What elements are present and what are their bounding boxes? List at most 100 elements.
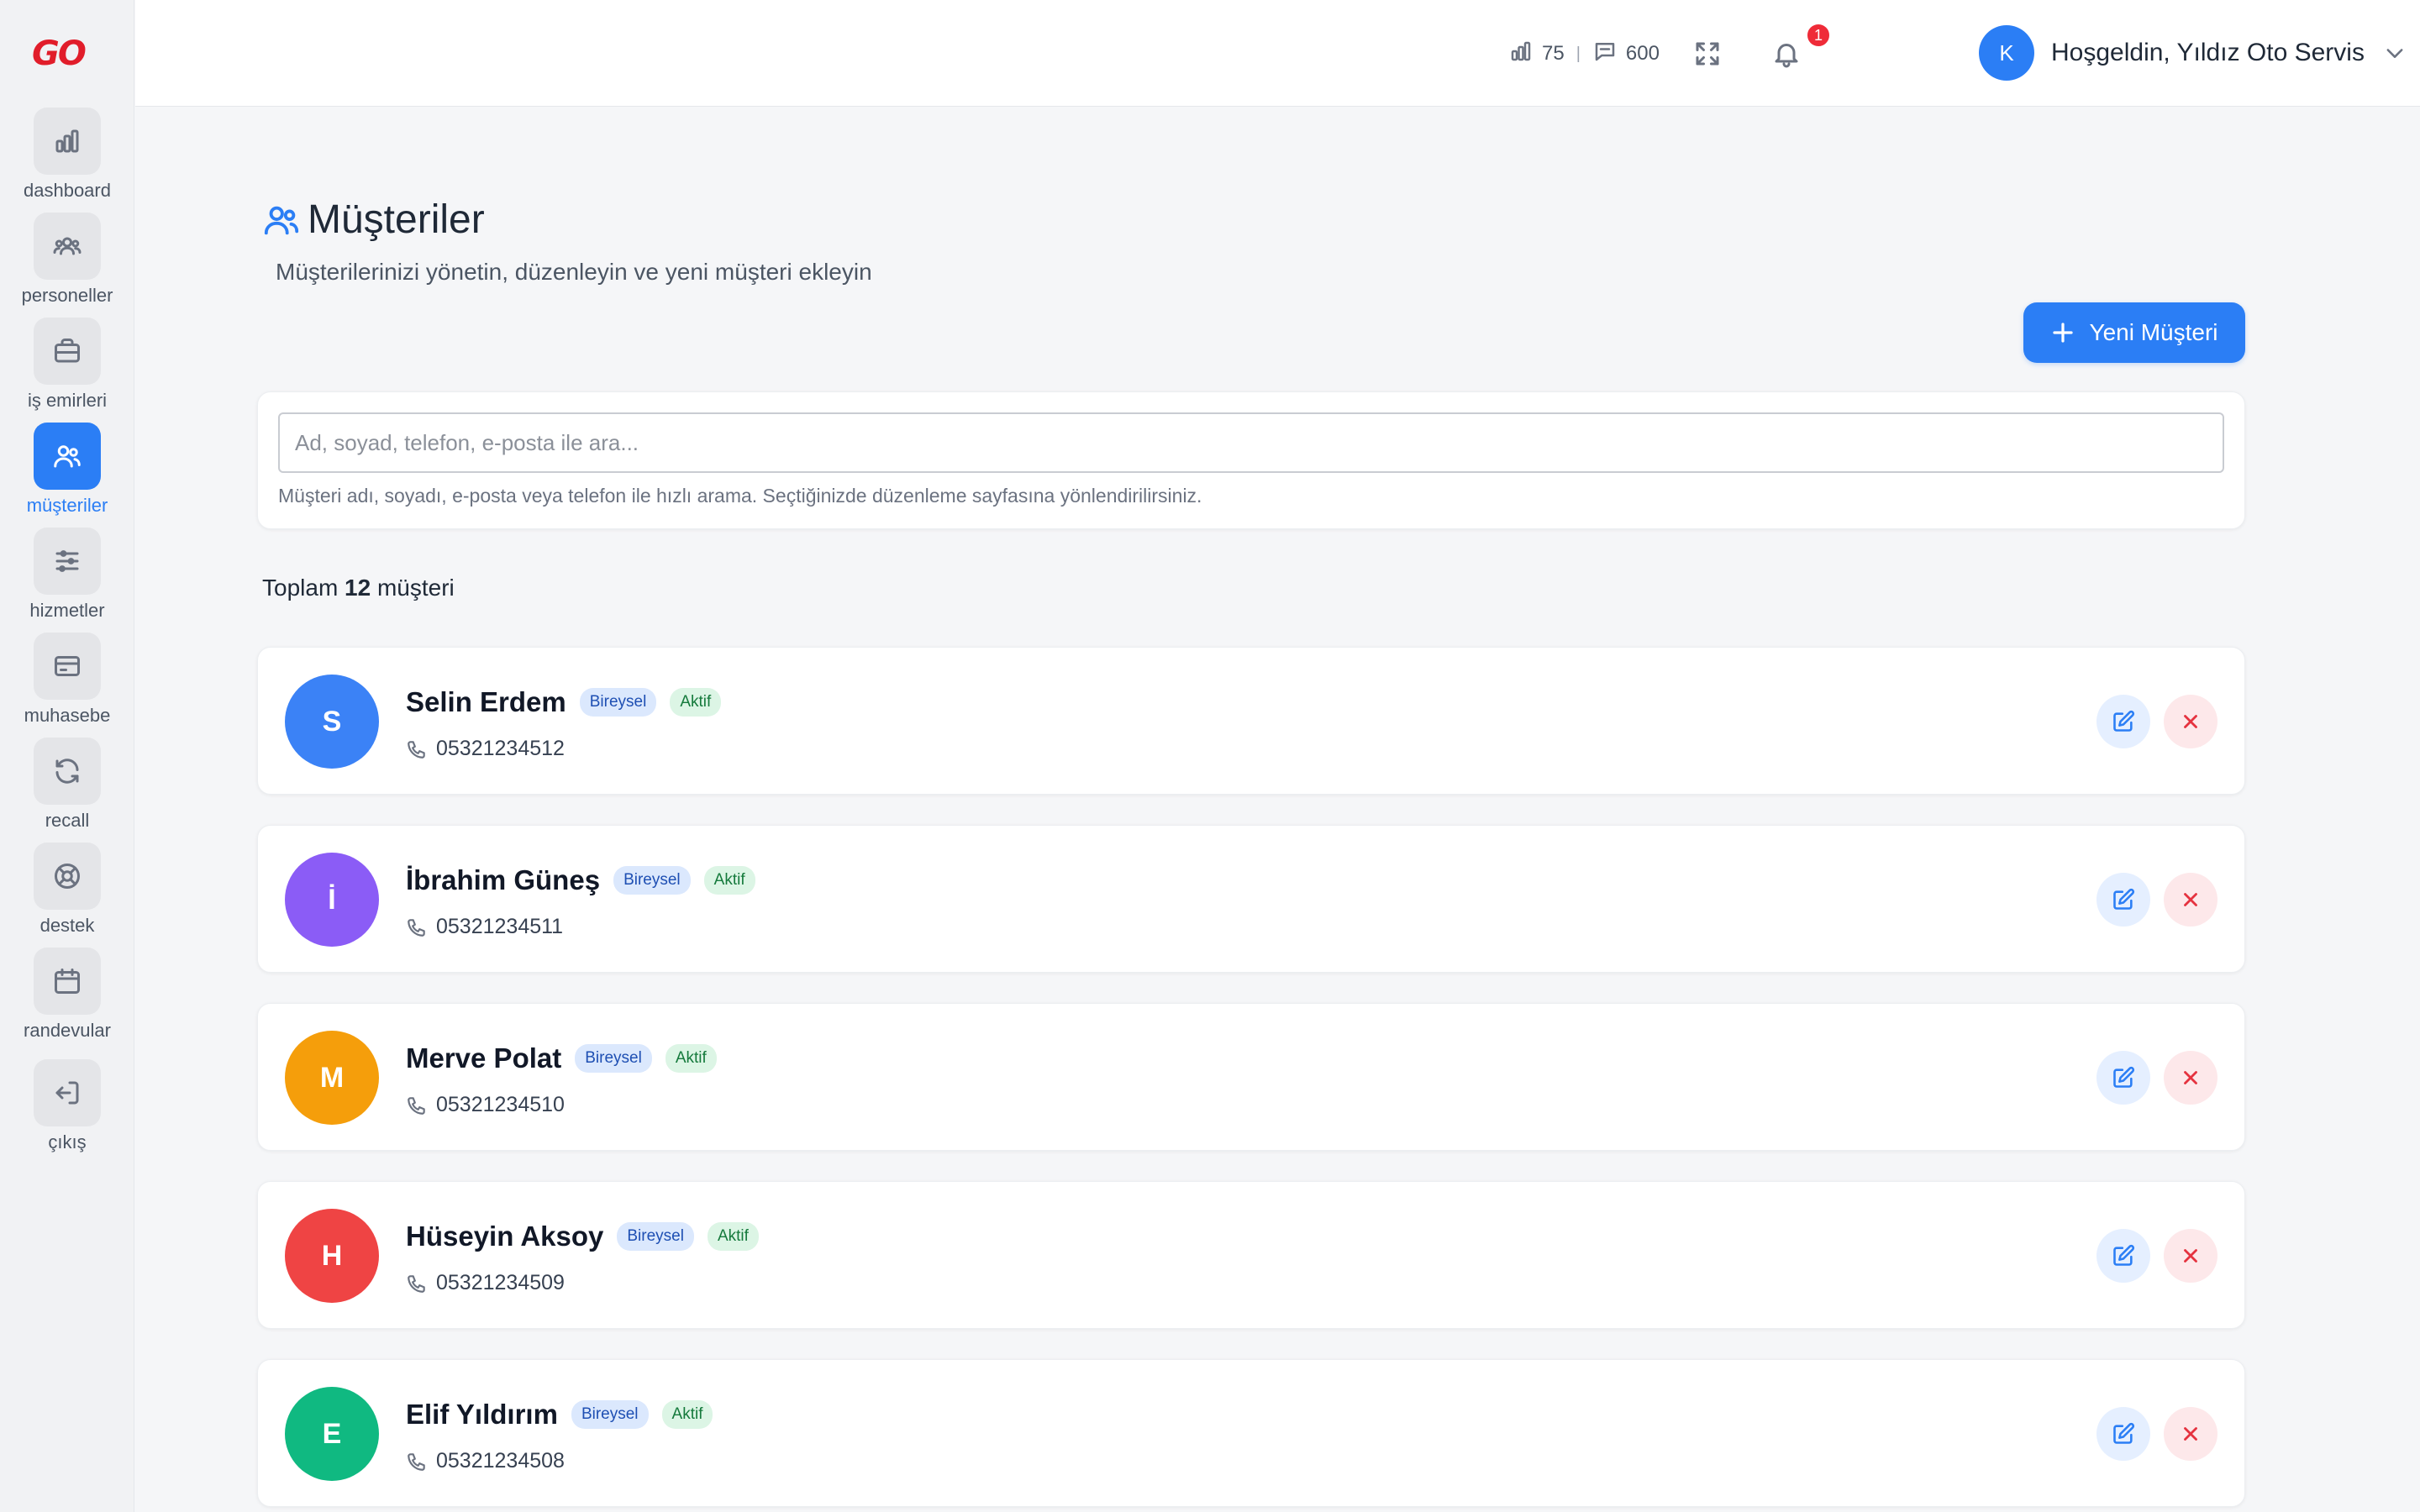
phone-icon	[408, 740, 425, 759]
edit-button[interactable]	[2096, 873, 2150, 927]
notification-badge: 1	[1805, 22, 1832, 49]
sidebar-item-recall[interactable]: recall	[0, 738, 134, 838]
customer-phone: 05321234511	[436, 915, 564, 938]
refresh-icon	[34, 738, 101, 805]
customer-type-badge: Bireysel	[617, 1222, 694, 1251]
customer-name: Hüseyin Aksoy	[406, 1221, 604, 1252]
sidebar-item-label: hizmetler	[29, 600, 105, 621]
search-card: Müşteri adı, soyadı, e-posta veya telefo…	[257, 391, 2245, 529]
sidebar-item-label: muhasebe	[24, 705, 111, 726]
bell-icon	[1775, 44, 1798, 68]
edit-icon	[2113, 1066, 2135, 1088]
status-badge: Aktif	[665, 1044, 717, 1073]
phone-icon	[408, 1096, 425, 1115]
sidebar-item-cikis[interactable]: çıkış	[0, 1059, 134, 1160]
customer-card[interactable]: S Selin Erdem Bireysel Aktif 05321234512	[257, 647, 2245, 795]
edit-button[interactable]	[2096, 1229, 2150, 1283]
close-icon	[2184, 715, 2197, 728]
expand-icon	[1696, 42, 1719, 66]
page-header: Müşteriler	[262, 197, 485, 243]
customer-type-badge: Bireysel	[579, 688, 657, 717]
sidebar-item-label: randevular	[24, 1020, 111, 1041]
customer-card[interactable]: E Elif Yıldırım Bireysel Aktif 053212345…	[257, 1359, 2245, 1507]
delete-button[interactable]	[2164, 1407, 2217, 1461]
sidebar-item-muhasebe[interactable]: muhasebe	[0, 633, 134, 733]
bar-chart-icon	[1508, 39, 1534, 70]
user-menu[interactable]: K Hoşgeldin, Yıldız Oto Servis	[1979, 25, 2407, 81]
edit-button[interactable]	[2096, 1407, 2150, 1461]
phone-icon	[408, 1452, 425, 1471]
sidebar-item-personeller[interactable]: personeller	[0, 213, 134, 313]
sidebar-item-is-emirleri[interactable]: iş emirleri	[0, 318, 134, 418]
logout-icon	[34, 1059, 101, 1126]
delete-button[interactable]	[2164, 695, 2217, 748]
customer-phone: 05321234509	[436, 1271, 565, 1294]
customer-total: Toplam 12 müşteri	[262, 575, 455, 601]
customer-card[interactable]: H Hüseyin Aksoy Bireysel Aktif 053212345…	[257, 1181, 2245, 1329]
sidebar-item-label: çıkış	[48, 1131, 87, 1152]
customer-phone: 05321234508	[436, 1449, 565, 1473]
customer-card[interactable]: İ İbrahim Güneş Bireysel Aktif 053212345…	[257, 825, 2245, 973]
close-icon	[2184, 1071, 2197, 1084]
sidebar-item-destek[interactable]: destek	[0, 843, 134, 943]
edit-icon	[2113, 888, 2135, 910]
sidebar-item-label: dashboard	[24, 180, 111, 201]
sidebar-item-dashboard[interactable]: dashboard	[0, 108, 134, 208]
edit-button[interactable]	[2096, 1051, 2150, 1105]
customer-name: Merve Polat	[406, 1042, 562, 1074]
lifebuoy-icon	[34, 843, 101, 910]
search-hint: Müşteri adı, soyadı, e-posta veya telefo…	[278, 485, 1202, 507]
sidebar-item-label: recall	[45, 810, 90, 831]
bar-chart-icon	[34, 108, 101, 175]
stat-separator: |	[1576, 44, 1581, 63]
page-title: Müşteriler	[308, 197, 485, 242]
fullscreen-button[interactable]	[1689, 35, 1726, 72]
customer-name: Selin Erdem	[406, 686, 566, 717]
avatar: K	[1979, 25, 2034, 81]
sidebar-item-musteriler[interactable]: müşteriler	[0, 423, 134, 523]
sidebar-item-label: müşteriler	[26, 495, 108, 516]
customer-card[interactable]: M Merve Polat Bireysel Aktif 05321234510	[257, 1003, 2245, 1151]
edit-button[interactable]	[2096, 695, 2150, 748]
close-icon	[2184, 893, 2197, 906]
plus-icon	[2053, 323, 2074, 343]
search-input[interactable]	[278, 412, 2224, 473]
new-customer-button[interactable]: Yeni Müşteri	[2023, 302, 2245, 363]
stat-chart-value: 75	[1542, 42, 1565, 65]
edit-icon	[2113, 1422, 2135, 1444]
customer-type-badge: Bireysel	[613, 866, 691, 895]
sidebar-item-randevular[interactable]: randevular	[0, 948, 134, 1048]
status-badge: Aktif	[703, 866, 755, 895]
total-prefix: Toplam	[262, 575, 339, 601]
users-icon	[264, 206, 299, 234]
delete-button[interactable]	[2164, 873, 2217, 927]
stat-message-value: 600	[1625, 42, 1660, 65]
brand-logo[interactable]: GO	[32, 34, 103, 74]
avatar: M	[285, 1031, 379, 1125]
total-count: 12	[345, 575, 371, 601]
calendar-icon	[34, 948, 101, 1015]
sliders-icon	[34, 528, 101, 595]
avatar: H	[285, 1209, 379, 1303]
status-badge: Aktif	[661, 1400, 713, 1429]
page-subtitle: Müşterilerinizi yönetin, düzenleyin ve y…	[276, 259, 872, 285]
new-customer-label: Yeni Müşteri	[2089, 319, 2218, 345]
status-badge: Aktif	[707, 1222, 759, 1251]
customer-type-badge: Bireysel	[571, 1400, 649, 1429]
customer-phone: 05321234510	[436, 1093, 565, 1116]
customer-name: Elif Yıldırım	[406, 1399, 558, 1430]
sidebar-item-label: personeller	[21, 285, 113, 306]
close-icon	[2184, 1249, 2197, 1263]
usage-stats: 75 | 600	[1508, 37, 1660, 71]
chevron-down-icon	[2383, 41, 2407, 65]
sidebar-item-hizmetler[interactable]: hizmetler	[0, 528, 134, 628]
notifications-button[interactable]	[1768, 35, 1805, 72]
user-greeting: Hoşgeldin, Yıldız Oto Servis	[2051, 39, 2365, 66]
status-badge: Aktif	[670, 688, 722, 717]
phone-icon	[408, 918, 425, 937]
avatar: E	[285, 1387, 379, 1481]
edit-icon	[2113, 710, 2135, 732]
delete-button[interactable]	[2164, 1229, 2217, 1283]
close-icon	[2184, 1427, 2197, 1441]
delete-button[interactable]	[2164, 1051, 2217, 1105]
